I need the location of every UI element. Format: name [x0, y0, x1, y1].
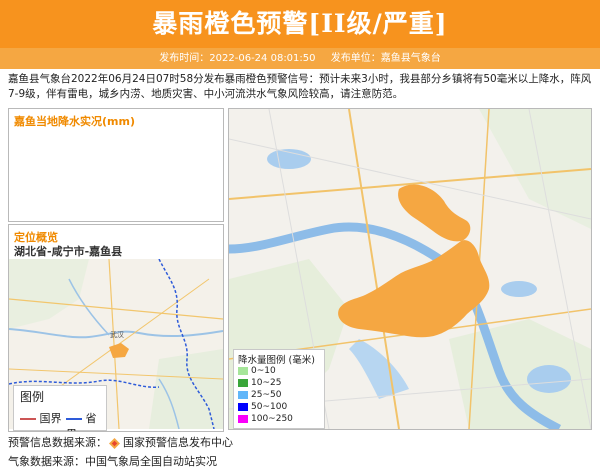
warning-source-line: 预警信息数据来源： 国家预警信息发布中心: [8, 434, 233, 450]
warning-title: 暴雨橙色预警[II级/严重]: [0, 0, 600, 48]
rain-legend-item: 10~25: [238, 377, 281, 389]
rain-legend-item: 50~100: [238, 401, 287, 413]
map-legend: 图例 国界 省界: [13, 385, 107, 431]
rain-legend-title: 降水量图例 (毫米): [238, 355, 315, 366]
rain-legend-item: 0~10: [238, 365, 276, 377]
weather-source-line: 气象数据来源：中国气象局全国自动站实况: [8, 455, 217, 468]
warning-description: 嘉鱼县气象台2022年06月24日07时58分发布暴雨橙色预警信号：预计未来3小…: [8, 73, 592, 100]
legend-province-border: 省界: [66, 410, 106, 431]
legend-country-border: 国界: [20, 410, 62, 426]
rain-panel-title: 嘉鱼当地降水实况(mm): [14, 115, 135, 128]
rain-legend-item: 100~250: [238, 413, 293, 425]
rain-observation-panel: 嘉鱼当地降水实况(mm): [8, 108, 224, 222]
map-legend-title: 图例: [20, 390, 45, 404]
map-label-wuhan: 武汉: [110, 330, 124, 339]
warning-source-label: 预警信息数据来源：: [8, 436, 107, 449]
rain-legend: 降水量图例 (毫米) 0~10 10~25 25~50 50~100 100~2…: [233, 349, 325, 429]
publish-center-logo-icon: [109, 437, 120, 449]
warning-source-name[interactable]: 国家预警信息发布中心: [123, 436, 233, 449]
publish-info-bar: 发布时间：2022-06-24 08:01:50 发布单位：嘉鱼县气象台: [0, 48, 600, 69]
main-map[interactable]: 降水量图例 (毫米) 0~10 10~25 25~50 50~100 100~2…: [228, 108, 592, 430]
publish-time: 发布时间：2022-06-24 08:01:50: [159, 53, 316, 64]
location-overview-panel: 定位概览 湖北省-咸宁市-嘉鱼县 武汉 图例 国界 省界: [8, 224, 224, 432]
region-path: 湖北省-咸宁市-嘉鱼县: [14, 245, 123, 258]
province-border-line-icon: [66, 418, 82, 420]
country-border-line-icon: [20, 418, 36, 420]
rain-legend-item: 25~50: [238, 389, 281, 401]
publish-unit: 发布单位：嘉鱼县气象台: [330, 53, 441, 64]
